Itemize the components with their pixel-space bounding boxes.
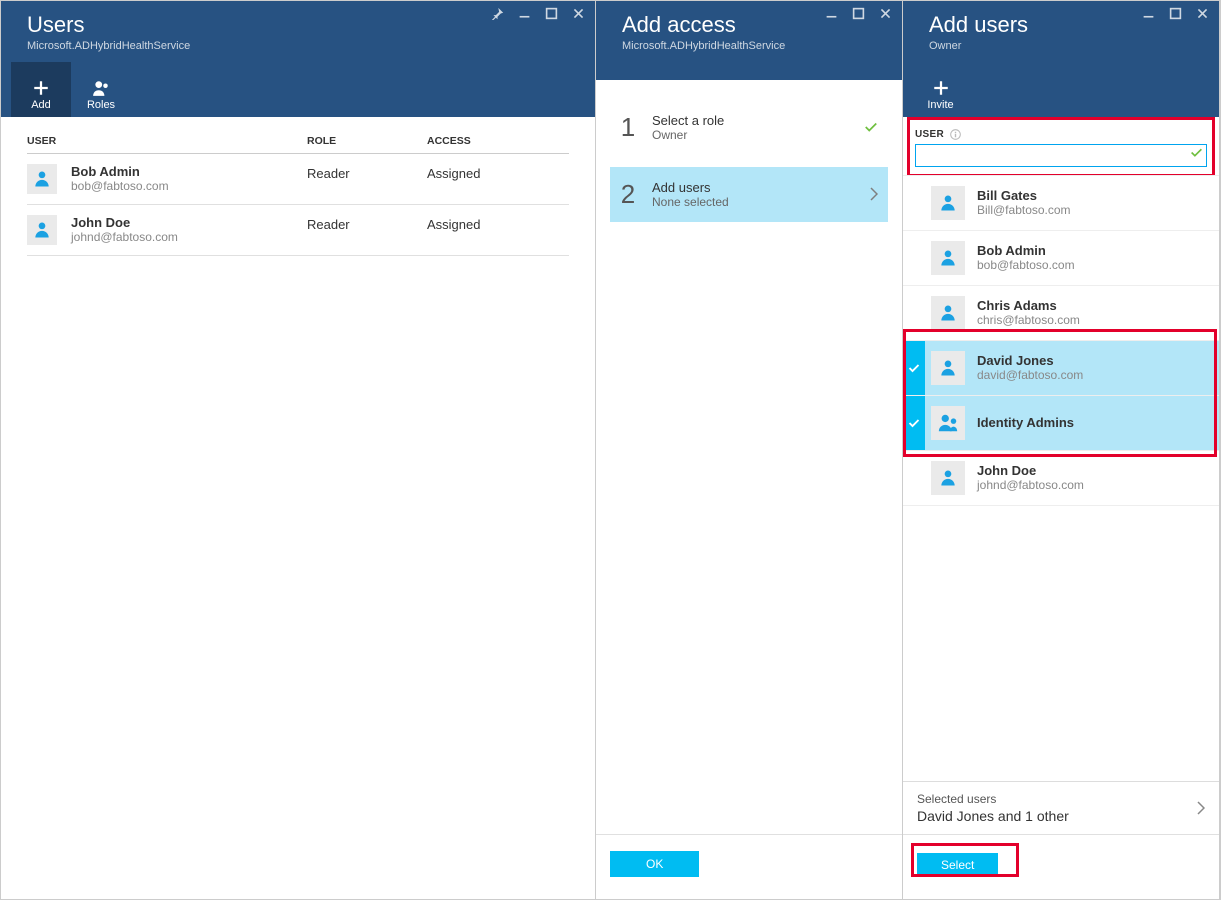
- blade-header: Users Microsoft.ADHybridHealthService Ad…: [1, 1, 595, 117]
- roles-button[interactable]: Roles: [71, 62, 131, 117]
- step-sub: None selected: [652, 195, 854, 209]
- blade-header: Add users Owner Invite: [903, 1, 1219, 117]
- picker-email: bob@fabtoso.com: [977, 258, 1075, 272]
- add-access-blade: Add access Microsoft.ADHybridHealthServi…: [596, 1, 903, 899]
- avatar: [27, 215, 57, 245]
- user-picker-item[interactable]: Identity Admins: [903, 396, 1219, 451]
- avatar: [931, 296, 965, 330]
- user-email: johnd@fabtoso.com: [71, 230, 178, 244]
- check-icon: [1190, 146, 1203, 159]
- maximize-icon[interactable]: [852, 7, 865, 20]
- table-row[interactable]: Bob Adminbob@fabtoso.com ReaderAssigned: [27, 154, 569, 205]
- user-picker-list: Bill GatesBill@fabtoso.comBob Adminbob@f…: [903, 175, 1219, 781]
- window-controls: [1142, 7, 1209, 20]
- minimize-icon[interactable]: [1142, 7, 1155, 20]
- check-icon: [864, 120, 878, 134]
- picker-name: Bill Gates: [977, 188, 1071, 203]
- picker-email: Bill@fabtoso.com: [977, 203, 1071, 217]
- avatar: [931, 186, 965, 220]
- user-picker-item[interactable]: John Doejohnd@fabtoso.com: [903, 451, 1219, 506]
- select-button[interactable]: Select: [917, 853, 998, 877]
- summary-value: David Jones and 1 other: [917, 808, 1069, 824]
- step-label: Select a role: [652, 113, 848, 128]
- invite-button-label: Invite: [927, 99, 953, 111]
- maximize-icon[interactable]: [545, 7, 558, 20]
- blade-subtitle: Microsoft.ADHybridHealthService: [622, 40, 880, 60]
- blade-subtitle: Owner: [929, 40, 1197, 60]
- roles-button-label: Roles: [87, 99, 115, 111]
- user-search-input[interactable]: [915, 144, 1207, 167]
- column-header-role[interactable]: ROLE: [307, 135, 427, 147]
- user-access: Assigned: [427, 215, 569, 232]
- avatar: [931, 461, 965, 495]
- step-select-role[interactable]: 1 Select a role Owner: [610, 100, 888, 155]
- chevron-right-icon: [1197, 801, 1205, 815]
- user-name: Bob Admin: [71, 164, 169, 179]
- column-header-access[interactable]: ACCESS: [427, 135, 569, 147]
- picker-email: david@fabtoso.com: [977, 368, 1083, 382]
- user-picker-item[interactable]: Bill GatesBill@fabtoso.com: [903, 176, 1219, 231]
- roles-icon: [92, 79, 110, 97]
- picker-name: Chris Adams: [977, 298, 1080, 313]
- ok-button[interactable]: OK: [610, 851, 699, 877]
- invite-button[interactable]: Invite: [913, 62, 968, 117]
- chevron-right-icon: [870, 187, 878, 201]
- picker-name: Identity Admins: [977, 415, 1074, 430]
- user-search-label: USER: [915, 129, 1207, 140]
- close-icon[interactable]: [572, 7, 585, 20]
- column-header-user[interactable]: USER: [27, 135, 307, 147]
- avatar: [931, 241, 965, 275]
- picker-name: Bob Admin: [977, 243, 1075, 258]
- plus-icon: [932, 79, 950, 97]
- user-name: John Doe: [71, 215, 178, 230]
- picker-name: John Doe: [977, 463, 1084, 478]
- summary-label: Selected users: [917, 792, 1069, 806]
- add-users-blade: Add users Owner Invite USER: [903, 1, 1220, 899]
- picker-email: chris@fabtoso.com: [977, 313, 1080, 327]
- step-add-users[interactable]: 2 Add users None selected: [610, 167, 888, 222]
- window-controls: [491, 7, 585, 20]
- search-label-text: USER: [915, 129, 944, 140]
- users-blade: Users Microsoft.ADHybridHealthService Ad…: [1, 1, 596, 899]
- user-role: Reader: [307, 164, 427, 181]
- pin-icon[interactable]: [491, 7, 504, 20]
- user-email: bob@fabtoso.com: [71, 179, 169, 193]
- user-picker-item[interactable]: David Jonesdavid@fabtoso.com: [903, 341, 1219, 396]
- blade-header: Add access Microsoft.ADHybridHealthServi…: [596, 1, 902, 80]
- step-number: 2: [620, 179, 636, 210]
- table-row[interactable]: John Doejohnd@fabtoso.com ReaderAssigned: [27, 205, 569, 256]
- add-button-label: Add: [31, 99, 51, 111]
- add-button[interactable]: Add: [11, 62, 71, 117]
- step-number: 1: [620, 112, 636, 143]
- maximize-icon[interactable]: [1169, 7, 1182, 20]
- user-access: Assigned: [427, 164, 569, 181]
- user-picker-item[interactable]: Bob Adminbob@fabtoso.com: [903, 231, 1219, 286]
- close-icon[interactable]: [879, 7, 892, 20]
- info-icon[interactable]: [950, 129, 961, 140]
- selected-users-summary[interactable]: Selected users David Jones and 1 other: [903, 781, 1219, 834]
- avatar: [931, 351, 965, 385]
- step-sub: Owner: [652, 128, 848, 142]
- blade-subtitle: Microsoft.ADHybridHealthService: [27, 40, 573, 60]
- picker-email: johnd@fabtoso.com: [977, 478, 1084, 492]
- users-table: USER ROLE ACCESS Bob Adminbob@fabtoso.co…: [1, 117, 595, 899]
- step-label: Add users: [652, 180, 854, 195]
- check-icon: [903, 396, 925, 450]
- minimize-icon[interactable]: [825, 7, 838, 20]
- window-controls: [825, 7, 892, 20]
- plus-icon: [32, 79, 50, 97]
- close-icon[interactable]: [1196, 7, 1209, 20]
- picker-name: David Jones: [977, 353, 1083, 368]
- avatar: [931, 406, 965, 440]
- check-icon: [903, 341, 925, 395]
- user-role: Reader: [307, 215, 427, 232]
- minimize-icon[interactable]: [518, 7, 531, 20]
- user-picker-item[interactable]: Chris Adamschris@fabtoso.com: [903, 286, 1219, 341]
- avatar: [27, 164, 57, 194]
